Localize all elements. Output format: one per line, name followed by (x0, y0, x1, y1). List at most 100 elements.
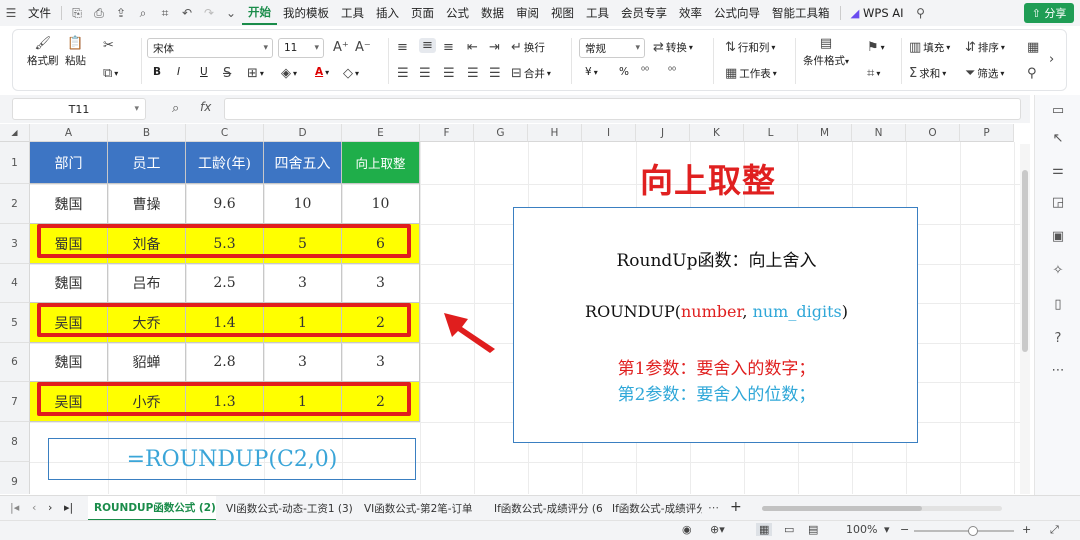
book-icon[interactable]: ▯ (1035, 297, 1080, 312)
menu-tab-0[interactable]: 开始 (242, 1, 277, 25)
strike-button[interactable]: S̶ (223, 66, 231, 81)
table-cell[interactable]: 3 (264, 264, 342, 303)
copy-button[interactable]: ⧉ ▾ (103, 66, 118, 81)
page-break-icon[interactable]: ▤ (808, 523, 818, 536)
sheet-tab[interactable]: VI函数公式-第2笔-订单 (358, 496, 484, 521)
column-header[interactable]: E (342, 124, 420, 142)
menu-tab-9[interactable]: 工具 (580, 5, 615, 21)
format-icon[interactable]: ⌗ (154, 6, 176, 21)
ribbon-scroll-right[interactable]: › (1049, 52, 1054, 67)
last-sheet-icon[interactable]: ▸| (64, 501, 73, 514)
menu-tab-12[interactable]: 公式向导 (708, 5, 766, 21)
column-header[interactable]: C (186, 124, 264, 142)
sheet-tab[interactable]: If函数公式-成绩评分 (6) (488, 496, 602, 521)
table-cell[interactable]: 10 (264, 184, 342, 224)
h-scroll-thumb[interactable] (762, 506, 922, 511)
conditional-format-button[interactable]: ▤ 条件格式▾ (803, 36, 849, 68)
fill-color-button[interactable]: ◈ ▾ (281, 66, 297, 81)
row-header[interactable]: 6 (0, 343, 30, 382)
sum-button[interactable]: Σ 求和 ▾ (909, 66, 946, 81)
more-icon[interactable]: ⋯ (1035, 363, 1080, 378)
table-cell[interactable]: 魏国 (30, 264, 108, 303)
settings-sliders-icon[interactable]: ⚌ (1035, 163, 1080, 178)
eye-icon[interactable]: ◉ (682, 523, 692, 536)
cursor-icon[interactable]: ↖ (1035, 131, 1080, 146)
page-layout-icon[interactable]: ▭ (784, 523, 794, 536)
formula-input[interactable] (224, 98, 1021, 120)
select-all[interactable]: ◢ (0, 124, 30, 142)
underline-button[interactable]: U (200, 66, 208, 78)
table-cell[interactable]: 2.5 (186, 264, 264, 303)
decrease-font-button[interactable]: A⁻ (355, 40, 371, 55)
menu-tab-3[interactable]: 插入 (370, 5, 405, 21)
menu-tab-10[interactable]: 会员专享 (615, 5, 673, 21)
first-sheet-icon[interactable]: |◂ (10, 501, 19, 514)
filter-button[interactable]: ⏷ 筛选 ▾ (965, 66, 1004, 81)
normal-view-icon[interactable]: ▦ (756, 523, 773, 536)
increase-decimal-button[interactable]: ⁰⁰ (641, 66, 649, 77)
percent-button[interactable]: % (619, 66, 629, 78)
align-left-button[interactable]: ☰ (397, 66, 409, 81)
column-header[interactable]: G (474, 124, 528, 142)
table-cell[interactable]: 貂蝉 (108, 343, 186, 382)
align-bottom-button[interactable]: ≡ (443, 40, 454, 55)
name-box[interactable]: T11 ▾ (12, 98, 146, 120)
scroll-thumb[interactable] (1022, 170, 1028, 352)
column-header[interactable]: D (264, 124, 342, 142)
row-header[interactable]: 8 (0, 422, 30, 462)
table-cell[interactable]: 3 (342, 343, 420, 382)
row-header[interactable]: 9 (0, 462, 30, 494)
prev-sheet-icon[interactable]: ‹ (32, 501, 36, 514)
table-header-cell[interactable]: 工龄(年) (186, 142, 264, 184)
format-painter-button[interactable]: 🖌 格式刷 (27, 36, 59, 68)
zoom-icon[interactable]: ⌕ (172, 101, 179, 116)
column-header[interactable]: L (744, 124, 798, 142)
increase-font-button[interactable]: A⁺ (333, 40, 349, 55)
row-header[interactable]: 2 (0, 184, 30, 224)
distribute-button[interactable]: ☰ (489, 66, 501, 81)
fx-icon[interactable]: fx (200, 100, 211, 114)
row-header[interactable]: 5 (0, 303, 30, 343)
menu-tab-8[interactable]: 视图 (545, 5, 580, 21)
bold-button[interactable]: B (153, 66, 161, 78)
cell-style-button[interactable]: ⚑ ▾ (867, 40, 885, 55)
zoom-slider[interactable] (914, 526, 1014, 536)
indent-right-button[interactable]: ⇥ (489, 40, 500, 55)
share-button[interactable]: ⇧ 分享 (1024, 3, 1074, 23)
convert-button[interactable]: ⇄ 转换 ▾ (653, 40, 693, 55)
vertical-scrollbar[interactable] (1020, 144, 1030, 494)
column-header[interactable]: H (528, 124, 582, 142)
table-cell[interactable]: 10 (342, 184, 420, 224)
tab-overflow-icon[interactable]: ⋯ (708, 501, 719, 514)
save-icon[interactable]: ⎘ (66, 6, 88, 21)
more-icon[interactable]: ⌄ (220, 6, 242, 20)
undo-icon[interactable]: ↶ (176, 6, 198, 20)
zoom-slider-thumb[interactable] (968, 526, 978, 536)
justify-button[interactable]: ☰ (467, 66, 479, 81)
merge-button[interactable]: ⊟ 合并 ▾ (511, 66, 551, 81)
menu-icon[interactable]: ☰ (0, 6, 22, 20)
fold-icon[interactable]: ▭ (1035, 103, 1080, 118)
font-size-select[interactable]: 11 ▾ (278, 38, 324, 58)
table-cell[interactable]: 3 (264, 343, 342, 382)
table-cell[interactable]: 2.8 (186, 343, 264, 382)
column-header[interactable]: J (636, 124, 690, 142)
align-middle-button[interactable]: ≡ (419, 38, 436, 53)
border-button[interactable]: ⊞ ▾ (247, 66, 264, 81)
clear-format-button[interactable]: ◇ ▾ (343, 66, 359, 81)
layout-icon[interactable]: ⊕▾ (710, 523, 725, 536)
next-sheet-icon[interactable]: › (48, 501, 52, 514)
menu-tab-13[interactable]: 智能工具箱 (766, 5, 836, 21)
search-icon[interactable]: ⚲ (910, 6, 932, 20)
zoom-in-icon[interactable]: + (1022, 523, 1031, 536)
add-sheet-icon[interactable]: + (730, 499, 742, 515)
italic-button[interactable]: I (177, 66, 180, 78)
menu-tab-4[interactable]: 页面 (405, 5, 440, 21)
shape-icon[interactable]: ◲ (1035, 195, 1080, 210)
column-header[interactable]: P (960, 124, 1014, 142)
sort-button[interactable]: ⇵ 排序 ▾ (965, 40, 1005, 55)
fullscreen-icon[interactable]: ⤢ (1050, 523, 1059, 537)
sheet-tab[interactable]: If函数公式-成绩评分 (606, 496, 702, 521)
font-color-button[interactable]: A ▾ (315, 66, 329, 78)
menu-tab-11[interactable]: 效率 (673, 5, 708, 21)
